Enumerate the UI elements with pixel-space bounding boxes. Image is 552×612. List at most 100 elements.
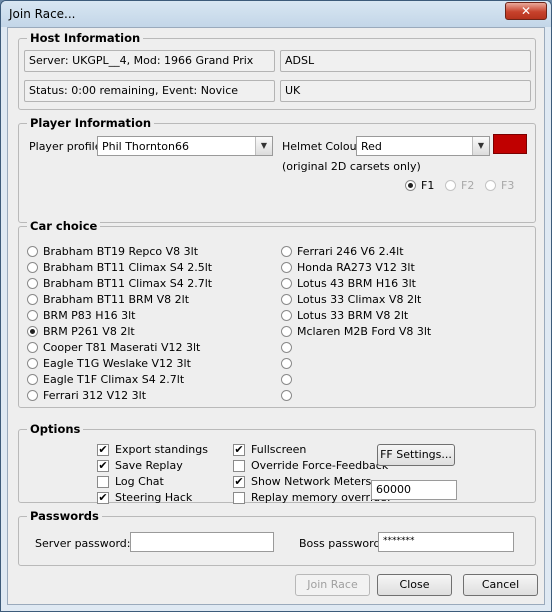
car-choice-title: Car choice	[27, 219, 101, 233]
option-replay-memory-override[interactable]: Replay memory override:	[233, 491, 391, 507]
car-radio-button[interactable]	[281, 390, 292, 401]
car-option-label: Eagle T1G Weslake V12 3lt	[43, 357, 191, 370]
car-option[interactable]: Lotus 43 BRM H16 3lt	[281, 276, 521, 292]
car-option[interactable]	[281, 388, 521, 404]
car-option[interactable]: Brabham BT11 Climax S4 2.5lt	[27, 260, 267, 276]
car-radio-button[interactable]	[281, 262, 292, 273]
checkbox[interactable]: ✔	[233, 444, 245, 456]
car-radio-button[interactable]	[281, 246, 292, 257]
helmet-colour-label: Helmet Colour:	[282, 140, 365, 153]
car-radio-button[interactable]	[281, 310, 292, 321]
chevron-down-icon[interactable]: ▼	[255, 137, 272, 155]
car-option[interactable]: BRM P261 V8 2lt	[27, 324, 267, 340]
checkbox[interactable]	[97, 476, 109, 488]
carset-f2-radio-button[interactable]	[445, 180, 456, 191]
car-radio-button[interactable]	[281, 374, 292, 385]
window-close-button[interactable]: ✕	[505, 2, 547, 20]
checkbox[interactable]	[233, 460, 245, 472]
status-event-field: Status: 0:00 remaining, Event: Novice	[24, 80, 275, 102]
car-option[interactable]: Ferrari 312 V12 3lt	[27, 388, 267, 404]
car-radio-button[interactable]	[281, 294, 292, 305]
helmet-colour-swatch	[493, 134, 527, 154]
replay-memory-input[interactable]: 60000	[371, 480, 457, 500]
helmet-colour-value: Red	[361, 140, 382, 153]
server-mod-field: Server: UKGPL__4, Mod: 1966 Grand Prix	[24, 50, 275, 72]
car-option[interactable]: Lotus 33 BRM V8 2lt	[281, 308, 521, 324]
car-radio-button[interactable]	[27, 374, 38, 385]
car-option[interactable]: Eagle T1G Weslake V12 3lt	[27, 356, 267, 372]
car-option[interactable]: Ferrari 246 V6 2.4lt	[281, 244, 521, 260]
checkbox[interactable]: ✔	[97, 492, 109, 504]
server-password-label: Server password:	[35, 537, 131, 550]
car-radio-button[interactable]	[281, 278, 292, 289]
car-option-label: Brabham BT19 Repco V8 3lt	[43, 245, 199, 258]
option-label: Save Replay	[115, 459, 183, 472]
checkbox[interactable]: ✔	[233, 476, 245, 488]
car-option-label: Brabham BT11 Climax S4 2.5lt	[43, 261, 213, 274]
server-password-input[interactable]	[130, 532, 274, 552]
car-option[interactable]: Eagle T1F Climax S4 2.7lt	[27, 372, 267, 388]
car-option[interactable]: BRM P83 H16 3lt	[27, 308, 267, 324]
option-show-network-meters[interactable]: ✔ Show Network Meters	[233, 475, 371, 491]
carset-radio-f2[interactable]: F2	[445, 178, 485, 194]
car-option[interactable]: Cooper T81 Maserati V12 3lt	[27, 340, 267, 356]
checkbox[interactable]: ✔	[97, 460, 109, 472]
car-radio-button[interactable]	[27, 278, 38, 289]
ff-settings-button[interactable]: FF Settings...	[377, 444, 455, 466]
car-option[interactable]: Brabham BT11 Climax S4 2.7lt	[27, 276, 267, 292]
car-radio-button[interactable]	[27, 246, 38, 257]
close-button[interactable]: Close	[377, 574, 452, 596]
car-option-label: Cooper T81 Maserati V12 3lt	[43, 341, 201, 354]
title-bar[interactable]: Join Race... ✕	[1, 1, 551, 27]
car-radio-button[interactable]	[27, 326, 38, 337]
car-option-label: Lotus 43 BRM H16 3lt	[297, 277, 416, 290]
car-option-label: BRM P261 V8 2lt	[43, 325, 135, 338]
car-option-label: Lotus 33 Climax V8 2lt	[297, 293, 422, 306]
checkbox[interactable]	[233, 492, 245, 504]
host-information-group: Host Information Server: UKGPL__4, Mod: …	[18, 31, 536, 110]
option-label: Replay memory override:	[251, 491, 391, 504]
car-option[interactable]: Honda RA273 V12 3lt	[281, 260, 521, 276]
checkbox[interactable]: ✔	[97, 444, 109, 456]
car-radio-button[interactable]	[27, 294, 38, 305]
player-profile-select[interactable]: Phil Thornton66 ▼	[97, 136, 273, 156]
carset-f3-label: F3	[501, 179, 515, 192]
option-save-replay[interactable]: ✔ Save Replay	[97, 459, 232, 475]
chevron-down-icon[interactable]: ▼	[472, 137, 489, 155]
car-radio-button[interactable]	[281, 358, 292, 369]
boss-password-input[interactable]: *******	[378, 532, 514, 552]
carset-radio-f3[interactable]: F3	[485, 178, 525, 194]
car-option[interactable]	[281, 340, 521, 356]
car-option-label: Eagle T1F Climax S4 2.7lt	[43, 373, 185, 386]
cancel-button[interactable]: Cancel	[463, 574, 538, 596]
car-radio-button[interactable]	[27, 358, 38, 369]
option-steering-hack[interactable]: ✔ Steering Hack	[97, 491, 232, 507]
option-export-standings[interactable]: ✔ Export standings	[97, 443, 232, 459]
passwords-title: Passwords	[27, 509, 102, 523]
carset-f3-radio-button[interactable]	[485, 180, 496, 191]
car-radio-button[interactable]	[27, 310, 38, 321]
car-radio-button[interactable]	[27, 342, 38, 353]
car-option[interactable]	[281, 356, 521, 372]
join-race-button[interactable]: Join Race	[295, 574, 370, 596]
dialog-body: Host Information Server: UKGPL__4, Mod: …	[7, 27, 545, 605]
carset-radio-f1[interactable]: F1	[405, 178, 445, 194]
player-information-group: Player Information Player profile: Phil …	[18, 116, 536, 223]
option-log-chat[interactable]: Log Chat	[97, 475, 232, 491]
option-override-force-feedback[interactable]: Override Force-Feedback	[233, 459, 388, 475]
car-radio-button[interactable]	[27, 262, 38, 273]
car-option-label: Brabham BT11 BRM V8 2lt	[43, 293, 190, 306]
option-label: Override Force-Feedback	[251, 459, 389, 472]
car-radio-button[interactable]	[27, 390, 38, 401]
car-radio-button[interactable]	[281, 342, 292, 353]
car-option[interactable]: Mclaren M2B Ford V8 3lt	[281, 324, 521, 340]
car-radio-button[interactable]	[281, 326, 292, 337]
carset-f1-label: F1	[421, 179, 435, 192]
carset-f1-radio-button[interactable]	[405, 180, 416, 191]
car-option[interactable]	[281, 372, 521, 388]
car-option[interactable]: Brabham BT19 Repco V8 3lt	[27, 244, 267, 260]
option-fullscreen[interactable]: ✔ Fullscreen	[233, 443, 368, 459]
car-option[interactable]: Brabham BT11 BRM V8 2lt	[27, 292, 267, 308]
helmet-colour-select[interactable]: Red ▼	[356, 136, 490, 156]
car-option[interactable]: Lotus 33 Climax V8 2lt	[281, 292, 521, 308]
